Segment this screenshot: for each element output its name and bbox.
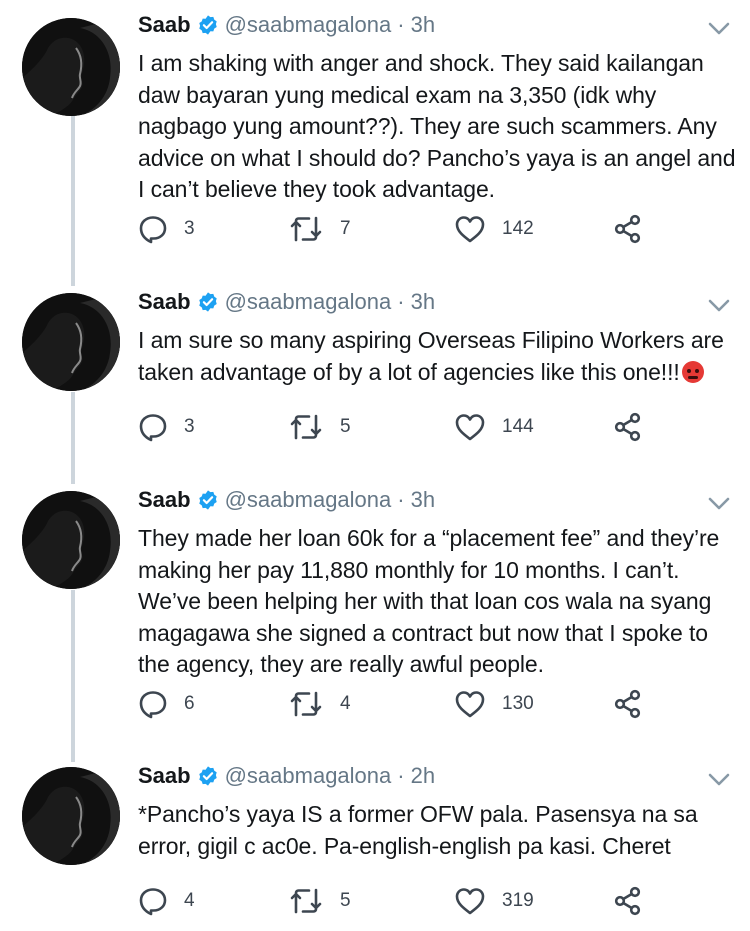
reply-count: 6 xyxy=(184,693,195,714)
tweet-header: Saab @saabmagalona · 2h xyxy=(138,759,435,793)
timestamp[interactable]: 3h xyxy=(411,12,435,38)
chevron-down-icon[interactable] xyxy=(708,299,730,313)
user-handle[interactable]: @saabmagalona xyxy=(225,12,392,38)
tweet-actions: 4 5 319 xyxy=(138,886,658,916)
retweet-count: 7 xyxy=(340,218,351,239)
tweet-text: They made her loan 60k for a “placement … xyxy=(138,525,720,677)
thread-line xyxy=(71,590,75,762)
verified-badge-icon xyxy=(197,765,219,787)
share-button[interactable] xyxy=(613,214,643,244)
user-handle[interactable]: @saabmagalona xyxy=(225,487,392,513)
user-handle[interactable]: @saabmagalona xyxy=(225,289,392,315)
user-handle[interactable]: @saabmagalona xyxy=(225,763,392,789)
like-icon xyxy=(455,216,485,243)
tweet-header: Saab @saabmagalona · 3h xyxy=(138,285,435,319)
timestamp[interactable]: 3h xyxy=(411,487,435,513)
avatar[interactable] xyxy=(22,18,120,116)
avatar[interactable] xyxy=(22,767,120,865)
verified-badge-icon xyxy=(197,14,219,36)
tweet-actions: 6 4 130 xyxy=(138,689,658,719)
separator-dot: · xyxy=(397,289,405,314)
share-icon xyxy=(614,689,641,719)
tweet-text: I am sure so many aspiring Overseas Fili… xyxy=(138,325,738,388)
reply-count: 4 xyxy=(184,890,195,911)
timestamp[interactable]: 2h xyxy=(411,763,435,789)
like-count: 144 xyxy=(502,416,534,437)
timestamp[interactable]: 3h xyxy=(411,289,435,315)
like-count: 142 xyxy=(502,218,534,239)
share-button[interactable] xyxy=(613,412,643,442)
avatar[interactable] xyxy=(22,491,120,589)
display-name[interactable]: Saab xyxy=(138,487,191,513)
like-button[interactable]: 130 xyxy=(454,689,534,719)
reply-button[interactable]: 3 xyxy=(138,214,195,244)
retweet-count: 4 xyxy=(340,693,351,714)
reply-icon xyxy=(139,691,167,719)
tweet-header: Saab @saabmagalona · 3h xyxy=(138,8,435,42)
like-icon xyxy=(455,888,485,915)
chevron-down-icon[interactable] xyxy=(708,497,730,511)
reply-button[interactable]: 4 xyxy=(138,886,195,916)
angry-face-emoji-icon xyxy=(681,360,704,383)
like-icon xyxy=(455,691,485,718)
reply-count: 3 xyxy=(184,218,195,239)
thread-line xyxy=(71,392,75,484)
verified-badge-icon xyxy=(197,291,219,313)
like-count: 130 xyxy=(502,693,534,714)
thread-line xyxy=(71,114,75,286)
like-icon xyxy=(455,414,485,441)
like-button[interactable]: 144 xyxy=(454,412,534,442)
verified-badge-icon xyxy=(197,489,219,511)
like-button[interactable]: 319 xyxy=(454,886,534,916)
retweet-button[interactable]: 5 xyxy=(288,886,351,916)
reply-button[interactable]: 3 xyxy=(138,412,195,442)
tweet-text: I am shaking with anger and shock. They … xyxy=(138,50,736,202)
retweet-icon xyxy=(290,888,322,914)
retweet-icon xyxy=(290,414,322,440)
tweet-actions: 3 5 144 xyxy=(138,412,658,442)
like-button[interactable]: 142 xyxy=(454,214,534,244)
share-button[interactable] xyxy=(613,886,643,916)
display-name[interactable]: Saab xyxy=(138,289,191,315)
share-icon xyxy=(614,886,641,916)
display-name[interactable]: Saab xyxy=(138,763,191,789)
chevron-down-icon[interactable] xyxy=(708,773,730,787)
chevron-down-icon[interactable] xyxy=(708,22,730,36)
reply-icon xyxy=(139,414,167,442)
tweet-text-content: I am sure so many aspiring Overseas Fili… xyxy=(138,327,724,385)
tweet-header: Saab @saabmagalona · 3h xyxy=(138,483,435,517)
tweet-actions: 3 7 142 xyxy=(138,214,658,244)
tweet-text: *Pancho’s yaya IS a former OFW pala. Pas… xyxy=(138,801,698,859)
retweet-count: 5 xyxy=(340,416,351,437)
share-icon xyxy=(614,412,641,442)
retweet-button[interactable]: 4 xyxy=(288,689,351,719)
like-count: 319 xyxy=(502,890,534,911)
separator-dot: · xyxy=(397,487,405,512)
reply-count: 3 xyxy=(184,416,195,437)
retweet-icon xyxy=(290,216,322,242)
display-name[interactable]: Saab xyxy=(138,12,191,38)
retweet-button[interactable]: 5 xyxy=(288,412,351,442)
avatar[interactable] xyxy=(22,293,120,391)
reply-button[interactable]: 6 xyxy=(138,689,195,719)
separator-dot: · xyxy=(397,763,405,788)
reply-icon xyxy=(139,216,167,244)
retweet-count: 5 xyxy=(340,890,351,911)
share-icon xyxy=(614,214,641,244)
share-button[interactable] xyxy=(613,689,643,719)
separator-dot: · xyxy=(397,12,405,37)
retweet-button[interactable]: 7 xyxy=(288,214,351,244)
retweet-icon xyxy=(290,691,322,717)
reply-icon xyxy=(139,888,167,916)
